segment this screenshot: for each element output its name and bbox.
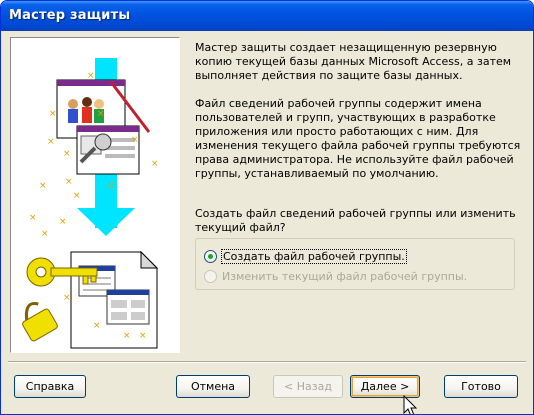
option-create-label[interactable]: Создать файл рабочей группы. (221, 248, 407, 264)
description-paragraph-1: Мастер защиты создает незащищенную резер… (195, 41, 512, 82)
svg-text:×: × (65, 177, 73, 187)
svg-text:×: × (49, 109, 57, 119)
option-create-workgroup[interactable]: Создать файл рабочей группы. (204, 248, 407, 264)
svg-text:×: × (123, 331, 131, 341)
svg-text:×: × (73, 191, 81, 201)
wizard-illustration-icon: ××× ××× ××× × ×× ××× ××× (22, 58, 159, 349)
cancel-button[interactable]: Отмена (176, 375, 250, 398)
finish-button[interactable]: Готово (444, 375, 518, 398)
svg-text:×: × (63, 149, 71, 159)
back-button[interactable]: < Назад (273, 375, 343, 398)
help-button[interactable]: Справка (14, 375, 86, 398)
wizard-body: × × × × × × × × × × × × × × × × × × Мастер защиты со… (4, 31, 530, 414)
svg-text:×: × (29, 213, 37, 223)
mouse-pointer-icon (403, 395, 418, 414)
description-paragraph-2: Файл сведений рабочей группы содержит им… (195, 97, 521, 180)
svg-text:×: × (151, 159, 159, 169)
option-modify-workgroup[interactable]: Изменить текущий файл рабочей группы. (204, 268, 467, 284)
svg-text:×: × (139, 331, 147, 341)
svg-text:×: × (87, 71, 95, 81)
svg-text:×: × (39, 181, 47, 191)
svg-text:×: × (107, 181, 115, 191)
svg-text:×: × (59, 217, 67, 227)
svg-text:×: × (131, 135, 139, 145)
workgroup-option-group: Создать файл рабочей группы. Изменить те… (195, 238, 515, 290)
radio-create-workgroup[interactable] (204, 249, 217, 263)
svg-text:×: × (41, 229, 49, 239)
button-separator (8, 361, 526, 363)
svg-text:×: × (93, 321, 101, 331)
svg-text:×: × (97, 109, 105, 119)
option-modify-label[interactable]: Изменить текущий файл рабочей группы. (222, 270, 467, 283)
window-title: Мастер защиты (9, 8, 131, 23)
svg-text:×: × (47, 137, 55, 147)
workgroup-question: Создать файл сведений рабочей группы или… (195, 207, 516, 234)
svg-text:×: × (63, 293, 71, 303)
wizard-illustration: × × × × × × × × × × × × × × × × × × (10, 37, 180, 353)
title-bar[interactable]: Мастер защиты (1, 1, 533, 31)
security-wizard-window: Мастер защиты × × × × × × × × × × × × × … (0, 0, 534, 415)
radio-modify-workgroup[interactable] (204, 269, 217, 283)
wizard-description: Мастер защиты создает незащищенную резер… (195, 41, 523, 195)
